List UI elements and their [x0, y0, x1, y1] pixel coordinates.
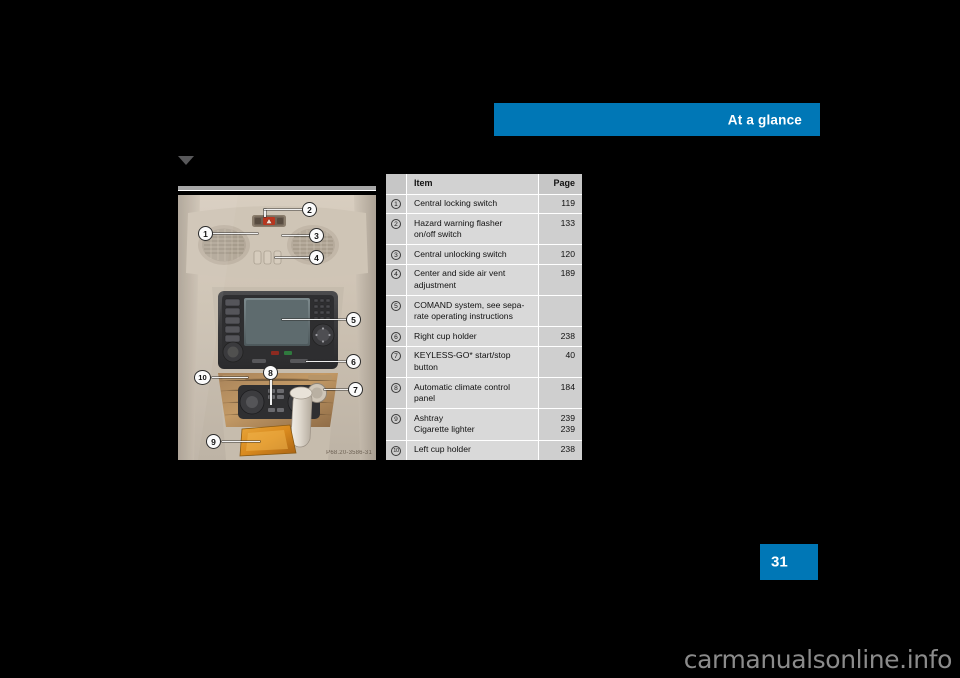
leader-line-4: [275, 257, 309, 259]
table-row: 3 Central unlocking switch 120: [386, 245, 582, 265]
row-item-cell: Automatic climate control panel: [414, 381, 510, 404]
row-page-cell: [538, 296, 582, 327]
table-row: 8 Automatic climate control panel 184: [386, 378, 582, 410]
row-page-cell: 238: [538, 327, 582, 346]
row-number-cell: 9: [386, 409, 407, 440]
circled-number: 8: [391, 382, 401, 393]
row-number-cell: 3: [386, 245, 407, 264]
page-sheet: At a glance 1 2 3 4 5 6 7 8 9 10 P68.20-…: [0, 0, 960, 678]
circled-number: 5: [391, 300, 401, 311]
table-row: 1 Central locking switch 119: [386, 194, 582, 215]
row-item-cell: KEYLESS-GO* start/stop button: [414, 350, 511, 373]
leader-line-5: [282, 319, 346, 321]
circled-number: 4: [391, 269, 401, 280]
circled-number: 10: [391, 446, 401, 456]
row-number-cell: 2: [386, 214, 407, 245]
row-item-cell: COMAND system, see sepa-rate operating i…: [414, 299, 525, 322]
row-page-cell: 189: [538, 264, 582, 296]
row-item-cell: Hazard warning flasher on/off switch: [414, 217, 503, 240]
photo-callout-4: 4: [309, 250, 324, 265]
circled-number: 2: [391, 218, 401, 229]
table-row: 4 Center and side air vent adjustment 189: [386, 264, 582, 297]
circled-number: 7: [391, 351, 401, 362]
leader-line-6: [306, 361, 346, 363]
row-item-cell: Center and side air vent adjustment: [414, 268, 506, 291]
table-row: 10 Left cup holder 238: [386, 440, 582, 460]
page-title: At a glance: [727, 112, 802, 127]
table-row: 2 Hazard warning flasher on/off switch 13…: [386, 214, 582, 246]
row-page-cell: 238: [538, 440, 582, 460]
page-number-tab: 31: [760, 544, 818, 580]
circled-number: 6: [391, 331, 401, 342]
photo-callout-6: 6: [346, 354, 361, 369]
photo-callout-2: 2: [302, 202, 317, 217]
row-page-cell: 184: [538, 378, 582, 409]
photo-callout-8: 8: [263, 365, 278, 380]
table-header-item: Item: [414, 178, 433, 188]
row-item-cell: Ashtray Cigarette lighter: [414, 412, 475, 435]
row-page-cell: 133: [538, 214, 582, 245]
vehicle-interior-photo: 1 2 3 4 5 6 7 8 9 10 P68.20-3586-31: [178, 195, 376, 460]
leader-line-9: [222, 441, 260, 443]
circled-number: 9: [391, 413, 401, 424]
table-row: 6 Right cup holder 238: [386, 327, 582, 347]
table-row: 7 KEYLESS-GO* start/stop button 40: [386, 346, 582, 379]
leader-line-10: [212, 377, 248, 379]
row-number-cell: 8: [386, 378, 407, 409]
header-band: At a glance: [494, 103, 820, 136]
photo-callout-10: 10: [194, 370, 211, 385]
circled-number: 3: [391, 249, 401, 260]
table-header-page: Page: [538, 174, 582, 194]
row-item-cell: Central locking switch: [414, 198, 498, 209]
site-watermark: carmanualsonline.info: [683, 645, 953, 674]
leader-line-2b: [264, 209, 306, 211]
row-item-cell: Central unlocking switch: [414, 248, 507, 259]
row-number-cell: 7: [386, 346, 407, 378]
photo-callout-9: 9: [206, 434, 221, 449]
section-marker-triangle-icon: [178, 156, 194, 165]
row-number-cell: 5: [386, 296, 407, 327]
item-page-table: Item Page 1 Central locking switch 119 2…: [386, 174, 582, 460]
table-header-number: [386, 174, 407, 194]
figure-top-rule: [178, 186, 376, 191]
row-number-cell: 6: [386, 327, 407, 346]
figure-block: 1 2 3 4 5 6 7 8 9 10 P68.20-3586-31: [178, 186, 376, 460]
row-number-cell: 10: [386, 440, 407, 460]
row-item-cell: Left cup holder: [414, 444, 471, 454]
page-number: 31: [771, 553, 788, 571]
photo-callout-7: 7: [348, 382, 363, 397]
figure-caption: P68.20-3586-31: [326, 450, 372, 456]
row-number-cell: 4: [386, 264, 407, 296]
photo-callout-3: 3: [309, 228, 324, 243]
row-item-cell: Right cup holder: [414, 330, 477, 341]
leader-line-7: [324, 389, 348, 391]
table-row: 5 COMAND system, see sepa-rate operating…: [386, 296, 582, 328]
circled-number: 1: [391, 199, 401, 210]
photo-callout-5: 5: [346, 312, 361, 327]
leader-line-3: [282, 235, 310, 237]
row-page-cell: 119: [538, 194, 582, 214]
photo-callout-1: 1: [198, 226, 213, 241]
row-number-cell: 1: [386, 194, 407, 214]
row-page-cell: 40: [538, 346, 582, 378]
leader-line-1: [210, 233, 258, 235]
table-header-row: Item Page: [386, 174, 582, 195]
row-page-cell: 239 239: [538, 409, 582, 440]
table-row: 9 Ashtray Cigarette lighter 239 239: [386, 409, 582, 441]
row-page-cell: 120: [538, 245, 582, 264]
